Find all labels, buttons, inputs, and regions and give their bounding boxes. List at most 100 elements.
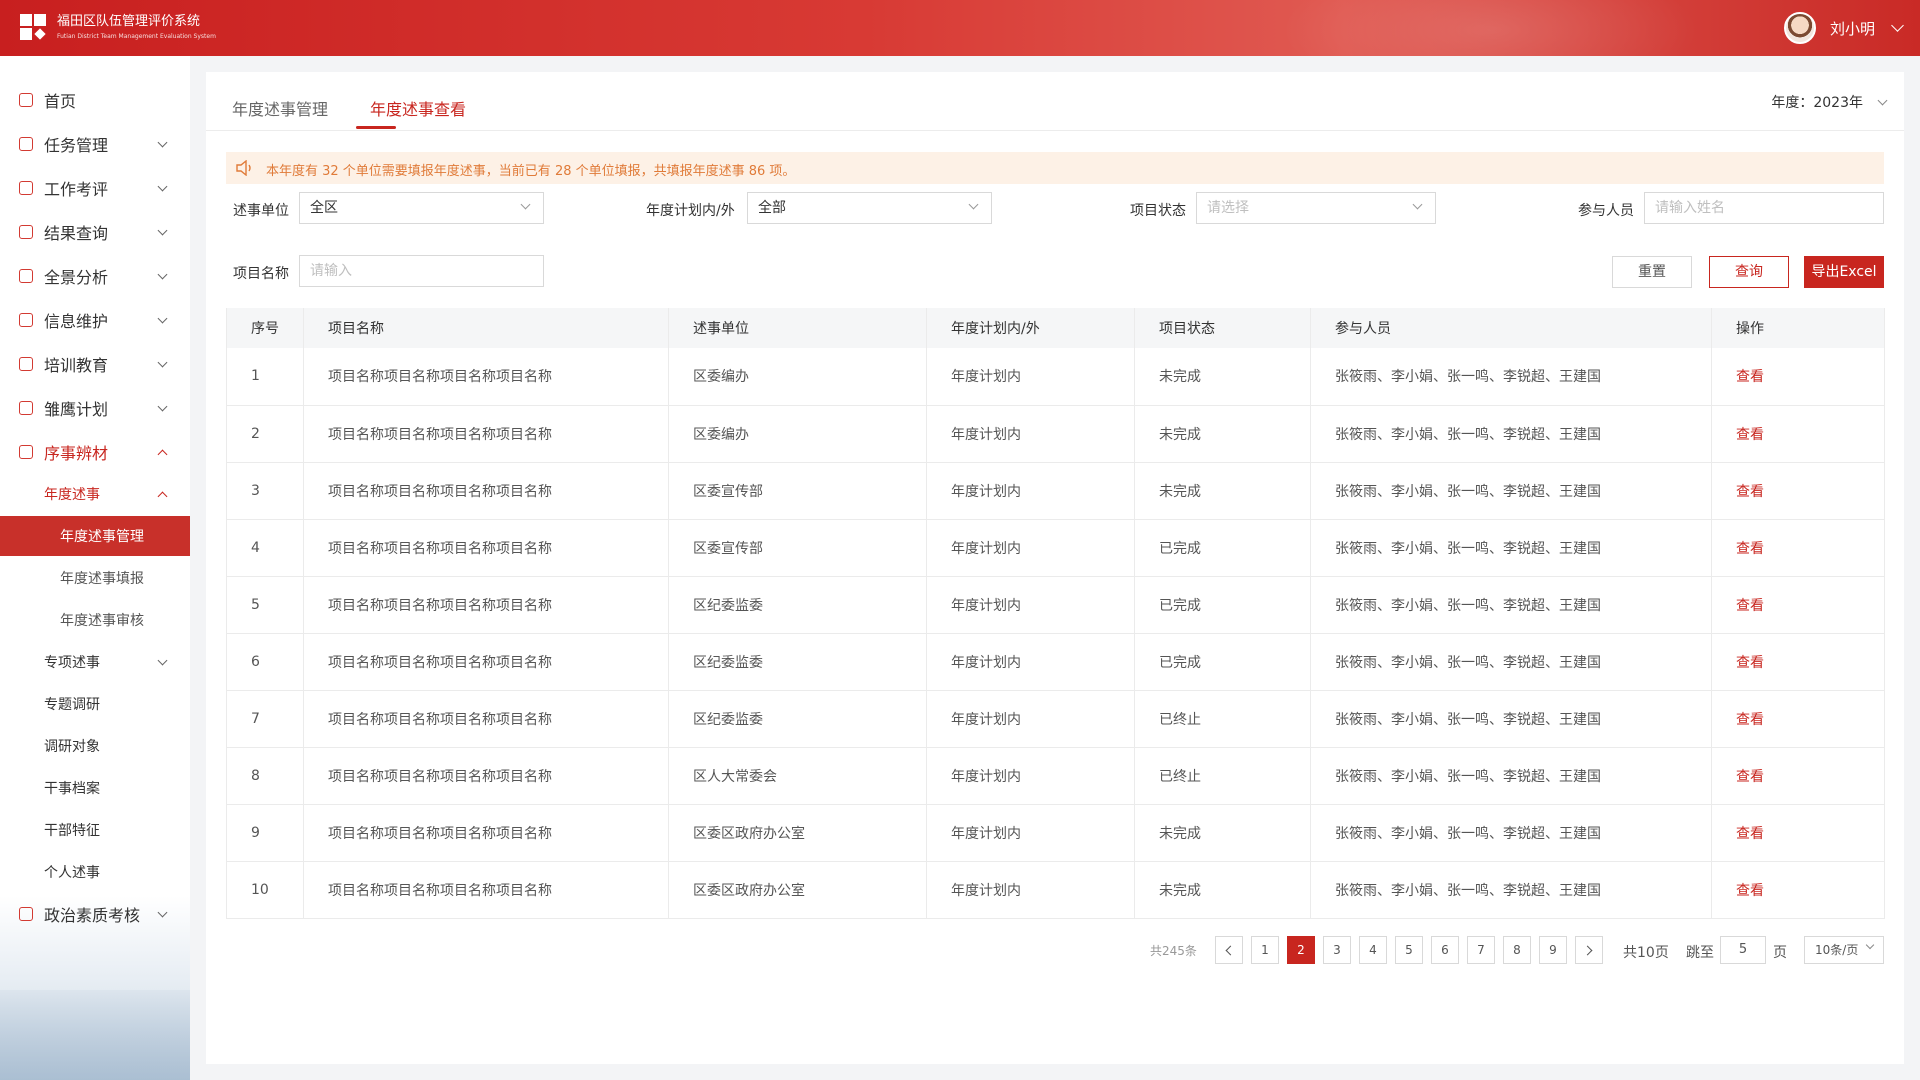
star-icon xyxy=(19,401,33,415)
export-excel-button[interactable]: 导出Excel xyxy=(1804,256,1884,288)
sidebar-item-info[interactable]: 信息维护 xyxy=(0,300,190,340)
view-link[interactable]: 查看 xyxy=(1711,804,1885,862)
prev-page-button[interactable] xyxy=(1215,936,1243,964)
cell-status: 未完成 xyxy=(1134,462,1311,520)
view-link[interactable]: 查看 xyxy=(1711,405,1885,463)
sidebar-sub-special[interactable]: 专项述事 xyxy=(0,642,190,682)
page-size-select[interactable]: 10条/页 xyxy=(1804,936,1884,964)
sidebar-item-label: 雏鹰计划 xyxy=(44,400,109,419)
sidebar-sub-annual[interactable]: 年度述事 xyxy=(0,474,190,514)
page-button[interactable]: 7 xyxy=(1467,936,1495,964)
page-button[interactable]: 6 xyxy=(1431,936,1459,964)
cell-plan: 年度计划内 xyxy=(926,690,1135,748)
notice-text: 本年度有 32 个单位需要填报年度述事，当前已有 28 个单位填报，共填报年度述… xyxy=(266,164,796,179)
table-row: 10 项目名称项目名称项目名称项目名称 区委区政府办公室 年度计划内 未完成 张筱雨、李小… xyxy=(226,861,1885,919)
name-input[interactable]: 请输入 xyxy=(299,255,544,287)
view-link[interactable]: 查看 xyxy=(1711,576,1885,634)
reset-button[interactable]: 重置 xyxy=(1612,256,1692,288)
cell-project-name: 项目名称项目名称项目名称项目名称 xyxy=(303,633,669,691)
sidebar-item-label: 政治素质考核 xyxy=(44,906,141,925)
sidebar-item-eagle[interactable]: 雏鹰计划 xyxy=(0,388,190,428)
avatar[interactable] xyxy=(1783,12,1816,44)
view-link[interactable]: 查看 xyxy=(1711,519,1885,577)
sidebar-sub-personal[interactable]: 个人述事 xyxy=(0,852,190,892)
cell-unit: 区纪委监委 xyxy=(668,576,927,634)
sidebar-sub-targets[interactable]: 调研对象 xyxy=(0,726,190,766)
sidebar-leaf-annual-fill[interactable]: 年度述事填报 xyxy=(0,558,190,598)
cell-people: 张筱雨、李小娟、张一鸣、李锐超、王建国 xyxy=(1310,576,1712,634)
sidebar-item-analysis[interactable]: 全景分析 xyxy=(0,256,190,296)
column-header: 参与人员 xyxy=(1310,308,1712,348)
unit-select[interactable]: 全区 xyxy=(299,192,544,224)
cell-people: 张筱雨、李小娟、张一鸣、李锐超、王建国 xyxy=(1310,633,1712,691)
sidebar-item-political[interactable]: 政治素质考核 xyxy=(0,894,190,934)
sidebar-item-label: 专项述事 xyxy=(44,655,100,671)
tab-annual-view[interactable]: 年度述事查看 xyxy=(370,96,466,120)
sidebar-sea-decoration xyxy=(0,990,190,1080)
chevron-down-icon xyxy=(157,225,168,235)
next-page-button[interactable] xyxy=(1575,936,1603,964)
pagination: 共245条 1 2 3 4 5 6 7 8 9 共10页 跳至 5 页 10条/… xyxy=(206,936,1904,964)
chevron-down-icon xyxy=(1412,199,1423,210)
table-row: 2 项目名称项目名称项目名称项目名称 区委编办 年度计划内 未完成 张筱雨、李小娟、张一鸣… xyxy=(226,405,1885,463)
page-button[interactable]: 8 xyxy=(1503,936,1531,964)
page-button-current[interactable]: 2 xyxy=(1287,936,1315,964)
cell-status: 未完成 xyxy=(1134,348,1311,406)
chevron-down-icon[interactable] xyxy=(1891,19,1904,32)
people-label: 参与人员 xyxy=(1578,203,1634,219)
jump-page-input[interactable]: 5 xyxy=(1720,936,1766,964)
chevron-down-icon xyxy=(157,401,168,411)
cell-status: 未完成 xyxy=(1134,861,1311,919)
status-select-placeholder: 请选择 xyxy=(1207,200,1249,216)
sidebar-item-home[interactable]: 首页 xyxy=(0,80,190,120)
page-button[interactable]: 9 xyxy=(1539,936,1567,964)
cell-unit: 区委编办 xyxy=(668,405,927,463)
page-count: 共10页 xyxy=(1623,945,1669,961)
view-link[interactable]: 查看 xyxy=(1711,861,1885,919)
document-search-icon xyxy=(19,225,33,239)
cell-unit: 区委宣传部 xyxy=(668,462,927,520)
chevron-down-icon xyxy=(157,269,168,279)
cell-unit: 区委宣传部 xyxy=(668,519,927,577)
status-select[interactable]: 请选择 xyxy=(1196,192,1436,224)
sidebar-sub-features[interactable]: 干部特征 xyxy=(0,810,190,850)
user-name: 刘小明 xyxy=(1829,19,1875,38)
cell-plan: 年度计划内 xyxy=(926,519,1135,577)
cell-project-name: 项目名称项目名称项目名称项目名称 xyxy=(303,747,669,805)
sidebar-item-label: 首页 xyxy=(44,92,77,111)
page-button[interactable]: 4 xyxy=(1359,936,1387,964)
sidebar-item-task[interactable]: 任务管理 xyxy=(0,124,190,164)
table-row: 5 项目名称项目名称项目名称项目名称 区纪委监委 年度计划内 已完成 张筱雨、李小娟、张一… xyxy=(226,576,1885,634)
sidebar-item-xushi[interactable]: 序事辨材 xyxy=(0,432,190,472)
page-button[interactable]: 1 xyxy=(1251,936,1279,964)
sidebar-item-results[interactable]: 结果查询 xyxy=(0,212,190,252)
cell-index: 7 xyxy=(226,690,304,748)
clipboard-icon xyxy=(19,181,33,195)
chevron-down-icon xyxy=(157,907,168,917)
tab-annual-manage[interactable]: 年度述事管理 xyxy=(232,96,328,120)
sidebar-item-evaluation[interactable]: 工作考评 xyxy=(0,168,190,208)
sidebar-item-label: 干部特征 xyxy=(44,823,100,839)
view-link[interactable]: 查看 xyxy=(1711,348,1885,406)
sidebar-sub-archive[interactable]: 干事档案 xyxy=(0,768,190,808)
user-menu[interactable]: 刘小明 xyxy=(1783,12,1904,44)
jump-label: 跳至 xyxy=(1686,945,1714,961)
view-link[interactable]: 查看 xyxy=(1711,690,1885,748)
sidebar-leaf-annual-review[interactable]: 年度述事审核 xyxy=(0,600,190,640)
page-button[interactable]: 3 xyxy=(1323,936,1351,964)
view-link[interactable]: 查看 xyxy=(1711,633,1885,691)
plan-select[interactable]: 全部 xyxy=(747,192,992,224)
people-input[interactable]: 请输入姓名 xyxy=(1644,192,1884,224)
year-select[interactable]: 年度：2023年 xyxy=(1771,92,1888,112)
sidebar-item-training[interactable]: 培训教育 xyxy=(0,344,190,384)
view-link[interactable]: 查看 xyxy=(1711,462,1885,520)
sidebar-item-label: 专题调研 xyxy=(44,697,100,713)
cell-project-name: 项目名称项目名称项目名称项目名称 xyxy=(303,519,669,577)
view-link[interactable]: 查看 xyxy=(1711,747,1885,805)
page-button[interactable]: 5 xyxy=(1395,936,1423,964)
cell-status: 已完成 xyxy=(1134,633,1311,691)
sidebar-sub-research[interactable]: 专题调研 xyxy=(0,684,190,724)
chevron-up-icon xyxy=(157,449,168,459)
sidebar-leaf-annual-manage[interactable]: 年度述事管理 xyxy=(0,516,190,556)
query-button[interactable]: 查询 xyxy=(1709,256,1789,288)
